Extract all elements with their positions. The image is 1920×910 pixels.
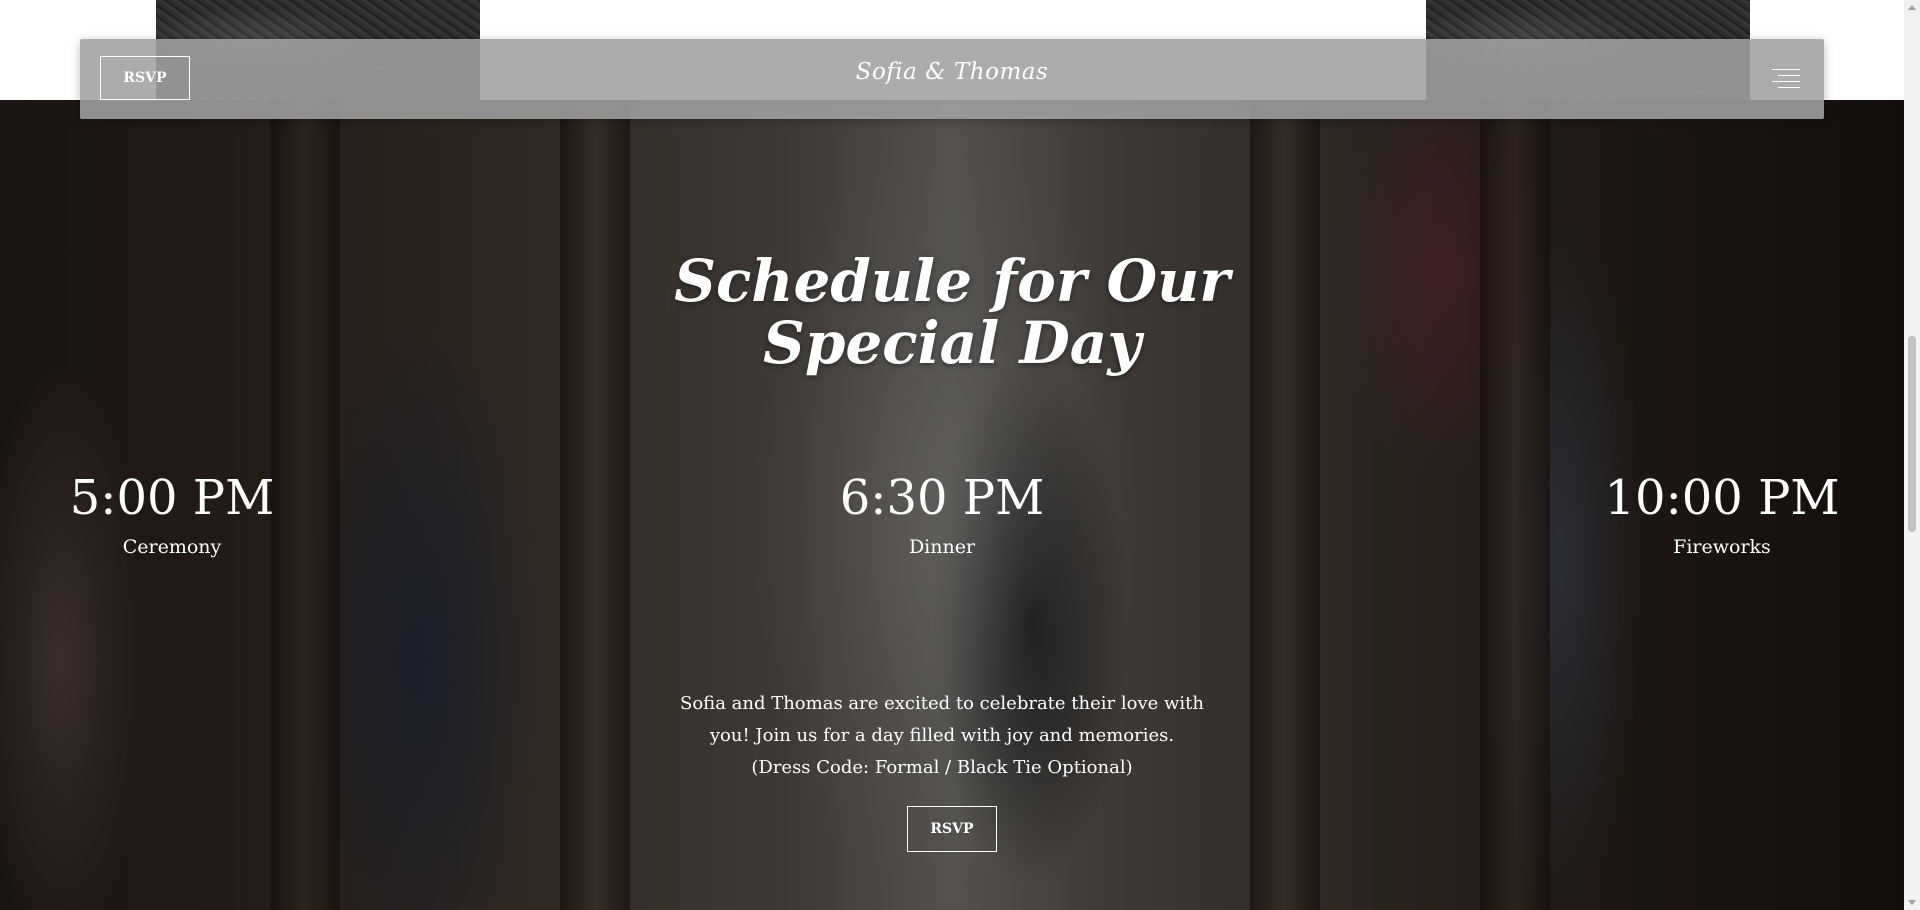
background-decoration <box>1480 100 1550 910</box>
event-label: Dinner <box>908 536 976 558</box>
message-line: (Dress Code: Formal / Black Tie Optional… <box>751 757 1133 778</box>
event-time: 10:00 PM <box>1604 470 1840 526</box>
schedule-message: Sofia and Thomas are excited to celebrat… <box>660 688 1224 784</box>
page: Schedule for Our Special Day 5:00 PM Cer… <box>0 0 1920 910</box>
scrollbar-thumb[interactable] <box>1908 336 1916 532</box>
hamburger-menu-icon[interactable] <box>1772 67 1800 89</box>
background-decoration <box>560 100 630 910</box>
menu-line <box>1778 75 1800 76</box>
site-brand[interactable]: Sofia & Thomas <box>80 59 1824 85</box>
schedule-section: Schedule for Our Special Day 5:00 PM Cer… <box>0 100 1904 910</box>
event-label: Fireworks <box>1673 536 1771 558</box>
vertical-scrollbar[interactable] <box>1904 0 1920 910</box>
schedule-title-line: Schedule for Our <box>674 247 1230 315</box>
menu-line <box>1772 81 1800 82</box>
event-time: 6:30 PM <box>839 470 1045 526</box>
scroll-down-icon[interactable] <box>1908 900 1916 905</box>
scroll-up-icon[interactable] <box>1908 5 1916 10</box>
event-label: Ceremony <box>122 536 222 558</box>
message-line: you! Join us for a day filled with joy a… <box>709 725 1175 746</box>
event-time: 5:00 PM <box>69 470 275 526</box>
schedule-title: Schedule for Our Special Day <box>0 250 1904 374</box>
message-line: Sofia and Thomas are excited to celebrat… <box>680 693 1204 714</box>
schedule-event-fireworks: 10:00 PM Fireworks <box>1572 470 1872 558</box>
menu-line <box>1778 87 1800 88</box>
menu-line <box>1772 69 1800 70</box>
rsvp-button[interactable]: RSVP <box>907 806 997 852</box>
schedule-event-ceremony: 5:00 PM Ceremony <box>22 470 322 558</box>
schedule-event-dinner: 6:30 PM Dinner <box>792 470 1092 558</box>
background-decoration <box>1250 100 1320 910</box>
site-header: RSVP Sofia & Thomas <box>80 39 1824 119</box>
schedule-title-line: Special Day <box>762 309 1142 377</box>
